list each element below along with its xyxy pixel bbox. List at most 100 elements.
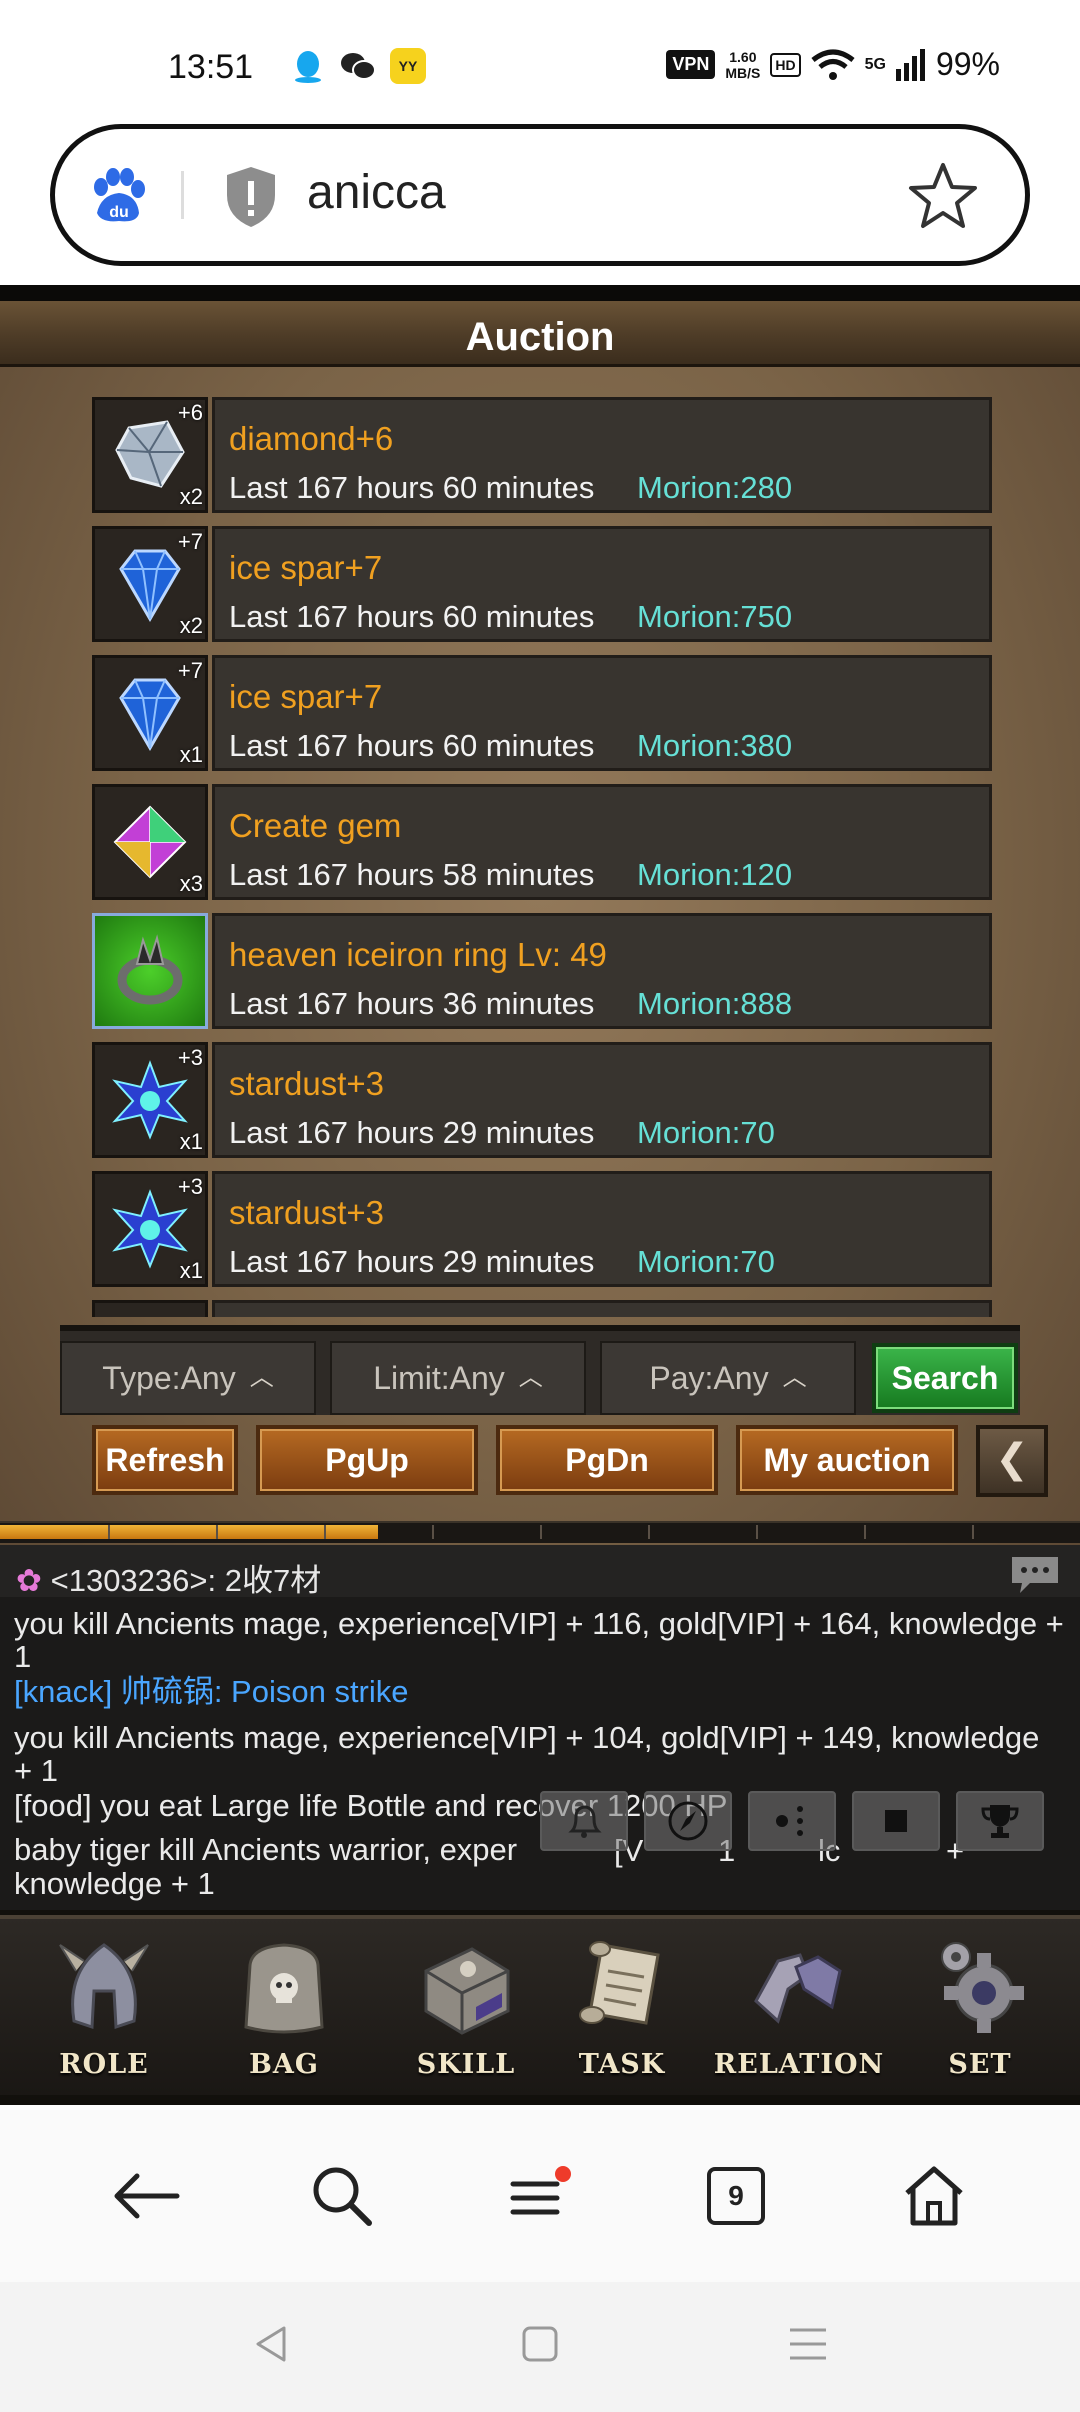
enhance-level: +3 bbox=[177, 1174, 203, 1199]
back-arrow-button[interactable]: ❮ bbox=[976, 1425, 1048, 1497]
pay-filter-select[interactable]: Pay:Any ︿ bbox=[600, 1341, 856, 1415]
security-shield-icon[interactable] bbox=[223, 165, 279, 229]
item-slot[interactable]: +6 x2 bbox=[92, 397, 208, 513]
item-info[interactable]: ice spar+7 Last 167 hours 60 minutes Mor… bbox=[212, 526, 992, 642]
qq-icon bbox=[290, 48, 326, 84]
gear-icon bbox=[941, 1942, 1024, 2033]
item-info[interactable]: heaven iceiron ring Lv: 49 Last 167 hour… bbox=[212, 913, 992, 1029]
game-menu-bar: ROLE BAG SKILL TASK RELATION SET bbox=[0, 1915, 1080, 2095]
bell-button[interactable] bbox=[540, 1791, 628, 1851]
wechat-icon bbox=[340, 48, 376, 84]
relation-menu-button[interactable]: RELATION bbox=[704, 1927, 894, 2087]
status-bar: 13:51 YY VPN 1.60 MB/S HD 5G 99% bbox=[0, 0, 1080, 120]
page-up-button[interactable]: PgUp bbox=[256, 1425, 478, 1495]
bookmark-star-icon[interactable] bbox=[907, 159, 979, 231]
item-name: heaven iceiron ring Lv: 49 bbox=[229, 936, 607, 973]
role-label: ROLE bbox=[59, 2049, 149, 2080]
bag-menu-button[interactable]: BAG bbox=[214, 1927, 354, 2087]
item-info[interactable]: Create gem Last 167 hours 58 minutes Mor… bbox=[212, 784, 992, 900]
item-slot[interactable]: +7 x2 bbox=[92, 526, 208, 642]
item-slot[interactable] bbox=[92, 913, 208, 1029]
my-auction-button[interactable]: My auction bbox=[736, 1425, 958, 1495]
baidu-logo-icon[interactable]: du bbox=[87, 167, 147, 227]
yy-icon: YY bbox=[390, 48, 426, 84]
set-menu-button[interactable]: SET bbox=[910, 1927, 1050, 2087]
page-down-button[interactable]: PgDn bbox=[496, 1425, 718, 1495]
refresh-button[interactable]: Refresh bbox=[92, 1425, 238, 1495]
auction-item-row[interactable]: +3 x1 stardust+3 Last 167 hours 29 minut… bbox=[92, 1171, 992, 1289]
trophy-icon bbox=[981, 1805, 1019, 1838]
system-navigation-bar bbox=[0, 2282, 1080, 2412]
item-slot[interactable]: +3 x1 bbox=[92, 1171, 208, 1287]
item-time-left: Last 167 hours 29 minutes bbox=[229, 1244, 595, 1279]
xp-tick bbox=[540, 1525, 542, 1539]
item-quantity: x1 bbox=[179, 1129, 203, 1154]
chevron-up-icon: ︿ bbox=[518, 1364, 543, 1391]
item-info[interactable]: stardust+3 Last 167 hours 29 minutes Mor… bbox=[212, 1171, 992, 1287]
auction-item-row[interactable]: x3 Create gem Last 167 hours 58 minutes … bbox=[92, 784, 992, 902]
signal-icon bbox=[895, 48, 925, 81]
system-home-icon[interactable] bbox=[518, 2322, 562, 2366]
enhance-level: +7 bbox=[177, 658, 203, 683]
xp-tick bbox=[324, 1525, 326, 1539]
url-text[interactable]: anicca bbox=[307, 165, 446, 220]
chat-header-message: ✿ <1303236>: 2收7材 bbox=[16, 1555, 321, 1600]
back-button[interactable] bbox=[106, 2156, 186, 2236]
search-button-browser[interactable] bbox=[302, 2156, 382, 2236]
item-slot[interactable]: +7 x1 bbox=[92, 655, 208, 771]
system-recents-icon[interactable] bbox=[786, 2322, 830, 2366]
trophy-button[interactable] bbox=[956, 1791, 1044, 1851]
square-icon bbox=[885, 1810, 907, 1832]
item-quantity: x3 bbox=[179, 871, 203, 896]
tabs-button[interactable]: 9 bbox=[696, 2156, 776, 2236]
item-name: diamond+6 bbox=[229, 420, 394, 457]
compass-button[interactable] bbox=[644, 1791, 732, 1851]
helmet-icon bbox=[59, 1943, 149, 2030]
options-button[interactable] bbox=[748, 1791, 836, 1851]
task-menu-button[interactable]: TASK bbox=[552, 1927, 692, 2087]
browser-toolbar: 9 bbox=[0, 2110, 1080, 2282]
chat-bubble-icon[interactable] bbox=[1008, 1553, 1062, 1595]
pay-filter-label: Pay:Any bbox=[649, 1360, 769, 1396]
item-info[interactable]: stardust+3 Last 167 hours 29 minutes Mor… bbox=[212, 1042, 992, 1158]
auction-item-row[interactable]: +7 x2 ice spar+7 Last 167 hours 60 minut… bbox=[92, 526, 992, 644]
skill-label: SKILL bbox=[416, 2049, 516, 2080]
item-slot[interactable]: +3 x1 bbox=[92, 1042, 208, 1158]
home-button[interactable] bbox=[894, 2156, 974, 2236]
role-menu-button[interactable]: ROLE bbox=[34, 1927, 174, 2087]
bell-icon bbox=[568, 1805, 602, 1838]
type-filter-select[interactable]: Type:Any ︿ bbox=[60, 1341, 316, 1415]
stop-button[interactable] bbox=[852, 1791, 940, 1851]
hd-badge: HD bbox=[770, 52, 801, 77]
item-info[interactable]: diamond+6 Last 167 hours 60 minutes Mori… bbox=[212, 397, 992, 513]
speed-unit: MB/S bbox=[725, 64, 761, 81]
auction-item-row[interactable]: heaven iceiron ring Lv: 49 Last 167 hour… bbox=[92, 913, 992, 1031]
experience-bar bbox=[0, 1521, 1080, 1543]
scroll-icon bbox=[579, 1941, 660, 2025]
search-button[interactable]: Search bbox=[872, 1343, 1018, 1413]
item-quantity: x2 bbox=[179, 484, 203, 509]
skill-book-icon bbox=[424, 1947, 510, 2035]
item-slot[interactable]: x3 bbox=[92, 784, 208, 900]
menu-button[interactable] bbox=[498, 2156, 578, 2236]
chevron-up-icon: ︿ bbox=[782, 1364, 807, 1391]
address-bar[interactable]: du anicca bbox=[50, 124, 1030, 266]
item-quantity: x2 bbox=[179, 613, 203, 638]
item-price: Morion:280 bbox=[637, 470, 793, 505]
item-quantity: x1 bbox=[179, 742, 203, 767]
limit-filter-select[interactable]: Limit:Any ︿ bbox=[330, 1341, 586, 1415]
status-indicators: VPN 1.60 MB/S HD 5G 99% bbox=[666, 46, 1000, 83]
chat-panel[interactable]: ✿ <1303236>: 2收7材 you kill Ancients mage… bbox=[0, 1545, 1080, 1910]
chat-header[interactable]: ✿ <1303236>: 2收7材 bbox=[0, 1545, 1080, 1600]
auction-item-row[interactable]: +6 x2 diamond+6 Last 167 hours 60 minute… bbox=[92, 397, 992, 515]
system-back-icon[interactable] bbox=[250, 2322, 294, 2366]
skill-menu-button[interactable]: SKILL bbox=[396, 1927, 536, 2087]
item-name: stardust+3 bbox=[229, 1065, 385, 1102]
arrow-left-icon bbox=[114, 2173, 180, 2219]
item-info[interactable]: ice spar+7 Last 167 hours 60 minutes Mor… bbox=[212, 655, 992, 771]
auction-item-row[interactable]: +3 x1 stardust+3 Last 167 hours 29 minut… bbox=[92, 1042, 992, 1160]
auction-item-row[interactable]: +7 x1 ice spar+7 Last 167 hours 60 minut… bbox=[92, 655, 992, 773]
clock: 13:51 bbox=[168, 48, 254, 86]
xp-tick bbox=[108, 1525, 110, 1539]
auction-item-list[interactable]: +6 x2 diamond+6 Last 167 hours 60 minute… bbox=[92, 397, 992, 1317]
